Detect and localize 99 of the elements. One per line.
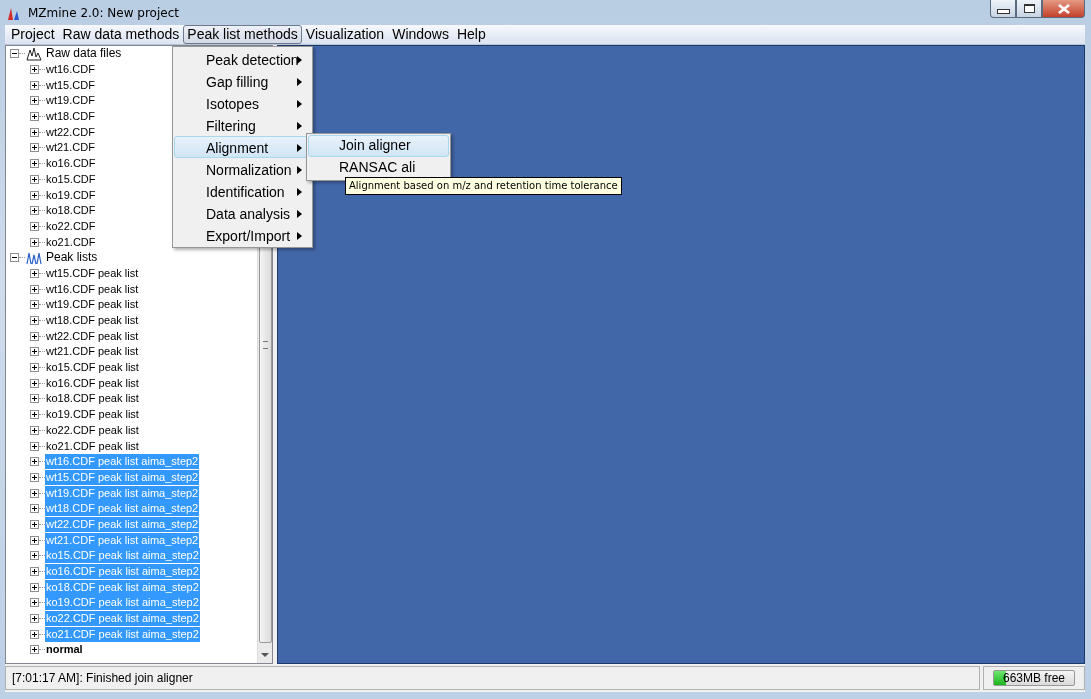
expand-toggle-icon[interactable]	[30, 268, 39, 278]
expand-toggle-icon[interactable]	[30, 614, 39, 624]
submenu-arrow-icon	[297, 166, 302, 174]
tree-item[interactable]: Raw data files	[45, 46, 123, 62]
tree-item[interactable]: ko21.CDF	[45, 234, 97, 250]
expand-toggle-icon[interactable]	[30, 96, 39, 106]
submenu-arrow-icon	[297, 144, 302, 152]
tree-item[interactable]: ko19.CDF	[45, 187, 97, 203]
tree-item[interactable]: ko22.CDF peak list	[45, 422, 140, 438]
tree-item[interactable]: wt19.CDF peak list	[45, 297, 140, 313]
menu-item[interactable]: Windows	[388, 25, 453, 44]
expand-toggle-icon[interactable]	[10, 49, 19, 59]
expand-toggle-icon[interactable]	[30, 629, 39, 639]
expand-toggle-icon[interactable]	[30, 300, 39, 310]
status-message: [7:01:17 AM]: Finished join aligner	[5, 666, 980, 690]
expand-toggle-icon[interactable]	[30, 645, 39, 655]
tree-item[interactable]: ko16.CDF peak list	[45, 375, 140, 391]
expand-toggle-icon[interactable]	[30, 425, 39, 435]
minimize-icon	[996, 9, 1010, 14]
expand-toggle-icon[interactable]	[30, 582, 39, 592]
expand-toggle-icon[interactable]	[30, 190, 39, 200]
expand-toggle-icon[interactable]	[30, 331, 39, 341]
expand-toggle-icon[interactable]	[30, 347, 39, 357]
submenu-arrow-icon	[297, 122, 302, 130]
tree-item[interactable]: wt21.CDF peak list	[45, 344, 140, 360]
expand-toggle-icon[interactable]	[30, 237, 39, 247]
expand-toggle-icon[interactable]	[30, 127, 39, 137]
expand-toggle-icon[interactable]	[30, 598, 39, 608]
expand-toggle-icon[interactable]	[30, 112, 39, 122]
expand-toggle-icon[interactable]	[30, 567, 39, 577]
window-title: MZmine 2.0: New project	[28, 5, 179, 20]
close-icon	[1056, 3, 1071, 14]
tree-item[interactable]: wt18.CDF	[45, 109, 96, 125]
tree-item[interactable]: ko16.CDF	[45, 156, 97, 172]
expand-toggle-icon[interactable]	[30, 65, 39, 75]
submenu-arrow-icon	[297, 100, 302, 108]
menu-item[interactable]: Project	[7, 25, 59, 44]
spectrum-icon	[26, 46, 42, 61]
expand-toggle-icon[interactable]	[30, 551, 39, 561]
tree-item[interactable]: wt15.CDF peak list	[45, 265, 140, 281]
menu-item[interactable]: Visualization	[301, 25, 389, 44]
expand-toggle-icon[interactable]	[30, 206, 39, 216]
tree-item[interactable]: wt19.CDF	[45, 93, 96, 109]
expand-toggle-icon[interactable]	[30, 363, 39, 373]
expand-toggle-icon[interactable]	[30, 410, 39, 420]
tree-item[interactable]: ko22.CDF	[45, 218, 97, 234]
tree-item[interactable]: ko15.CDF peak list	[45, 360, 140, 376]
menu-item[interactable]: Filtering	[174, 114, 311, 136]
expand-toggle-icon[interactable]	[30, 159, 39, 169]
expand-toggle-icon[interactable]	[30, 472, 39, 482]
menu-item[interactable]: Peak list methods	[183, 25, 302, 44]
expand-toggle-icon[interactable]	[30, 441, 39, 451]
expand-toggle-icon[interactable]	[30, 174, 39, 184]
menu-item[interactable]: Join aligner	[308, 135, 449, 157]
expand-toggle-icon[interactable]	[30, 221, 39, 231]
tree-item[interactable]: wt21.CDF	[45, 140, 96, 156]
expand-toggle-icon[interactable]	[30, 378, 39, 388]
tree-item[interactable]: ko18.CDF peak list	[45, 391, 140, 407]
menu-item[interactable]: Help	[452, 25, 490, 44]
expand-toggle-icon[interactable]	[10, 253, 19, 263]
tree-item[interactable]: wt16.CDF peak list	[45, 281, 140, 297]
expand-toggle-icon[interactable]	[30, 519, 39, 529]
expand-toggle-icon[interactable]	[30, 504, 39, 514]
menu-item[interactable]: Identification	[174, 180, 311, 202]
tree-item[interactable]: ko21.CDF peak list	[45, 438, 140, 454]
tooltip: Alignment based on m/z and retention time tolerance	[345, 177, 622, 195]
expand-toggle-icon[interactable]	[30, 394, 39, 404]
maximize-icon	[1023, 4, 1035, 13]
expand-toggle-icon[interactable]	[30, 535, 39, 545]
expand-toggle-icon[interactable]	[30, 457, 39, 467]
tree-item[interactable]: wt22.CDF peak list	[45, 328, 140, 344]
tree-item[interactable]: wt15.CDF	[45, 77, 96, 93]
submenu-arrow-icon	[297, 210, 302, 218]
expand-toggle-icon[interactable]	[30, 316, 39, 326]
expand-toggle-icon[interactable]	[30, 284, 39, 294]
maximize-button[interactable]	[1016, 0, 1042, 18]
tree-item[interactable]: ko15.CDF	[45, 171, 97, 187]
menu-item[interactable]: Isotopes	[174, 92, 311, 114]
menu-item[interactable]: Raw data methods	[58, 25, 184, 44]
tree-item[interactable]: wt18.CDF peak list	[45, 313, 140, 329]
tree-item[interactable]: Peak lists	[45, 250, 99, 266]
tree-item[interactable]: wt16.CDF	[45, 62, 96, 78]
expand-toggle-icon[interactable]	[30, 80, 39, 90]
tree-item[interactable]: normal	[45, 642, 84, 658]
peaks-icon	[26, 250, 42, 265]
submenu-arrow-icon	[297, 188, 302, 196]
expand-toggle-icon[interactable]	[30, 143, 39, 153]
tree-item[interactable]: wt22.CDF	[45, 124, 96, 140]
menu-item[interactable]: RANSAC ali	[308, 157, 449, 179]
submenu-arrow-icon	[297, 78, 302, 86]
menu-item[interactable]: Export/Import	[174, 224, 311, 246]
minimize-button[interactable]	[990, 0, 1016, 18]
tree-item[interactable]: ko18.CDF	[45, 203, 97, 219]
close-button[interactable]	[1042, 0, 1085, 18]
menu-item[interactable]: Gap filling	[174, 70, 311, 92]
menu-item[interactable]: Data analysis	[174, 202, 311, 224]
expand-toggle-icon[interactable]	[30, 488, 39, 498]
submenu-arrow-icon	[297, 232, 302, 240]
tree-item[interactable]: ko19.CDF peak list	[45, 407, 140, 423]
